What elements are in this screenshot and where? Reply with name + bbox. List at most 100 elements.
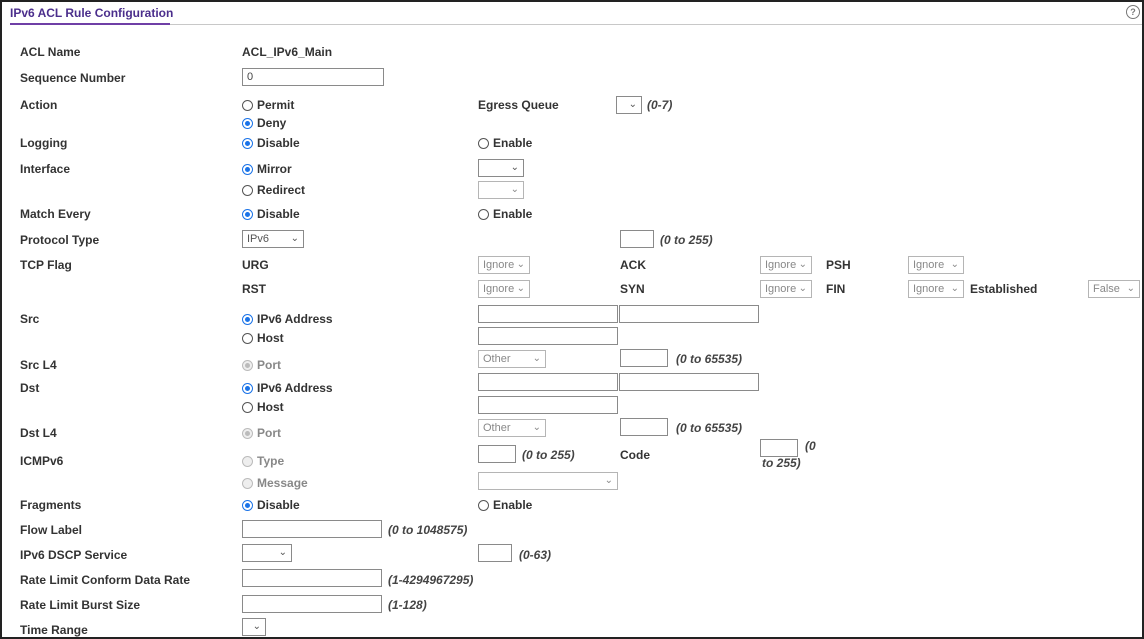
tcp-flag-syn-label: SYN: [620, 282, 645, 296]
rate-limit-conform-hint: (1-4294967295): [388, 573, 474, 587]
help-icon[interactable]: ?: [1126, 5, 1140, 19]
time-range-select[interactable]: ⌄: [242, 618, 266, 636]
tcp-flag-fin-select[interactable]: Ignore ⌄: [908, 280, 964, 298]
radio-icon: [242, 428, 253, 439]
logging-disable-radio[interactable]: Disable: [242, 136, 300, 150]
src-host-input[interactable]: [478, 327, 618, 345]
page-title: IPv6 ACL Rule Configuration: [10, 6, 174, 20]
rst-selected-value: Ignore: [483, 283, 515, 295]
dst-host-radio[interactable]: Host: [242, 400, 284, 414]
tcp-flag-rst-select[interactable]: Ignore ⌄: [478, 280, 530, 298]
chevron-down-icon: ⌄: [604, 475, 613, 486]
permit-label: Permit: [257, 98, 295, 112]
chevron-down-icon: ⌄: [532, 422, 541, 433]
deny-label: Deny: [257, 116, 287, 130]
icmpv6-type-input[interactable]: [478, 445, 516, 463]
dst-ipv6-address-input[interactable]: [478, 373, 618, 391]
fragments-disable-radio[interactable]: Disable: [242, 498, 300, 512]
src-l4-port-input[interactable]: [620, 349, 668, 367]
fragments-enable-radio[interactable]: Enable: [478, 498, 532, 512]
chevron-down-icon: ⌄: [516, 283, 525, 294]
enable-label: Enable: [493, 207, 533, 221]
interface-mirror-radio[interactable]: Mirror: [242, 162, 292, 176]
ack-selected-value: Ignore: [765, 259, 797, 271]
action-permit-radio[interactable]: Permit: [242, 98, 294, 112]
icmpv6-type-radio[interactable]: Type: [242, 454, 284, 468]
chevron-down-icon: ⌄: [516, 259, 525, 270]
action-label: Action: [20, 98, 58, 112]
protocol-selected-value: IPv6: [247, 233, 270, 245]
radio-icon: [242, 164, 253, 175]
panel-header: IPv6 ACL Rule Configuration ?: [2, 2, 1142, 26]
src-ipv6-prefix-input[interactable]: [619, 305, 759, 323]
chevron-down-icon: ⌄: [510, 162, 519, 173]
redirect-interface-select[interactable]: ⌄: [478, 181, 524, 199]
dst-l4-port-radio[interactable]: Port: [242, 426, 281, 440]
disable-label: Disable: [257, 207, 300, 221]
dscp-value-input[interactable]: [478, 544, 512, 562]
icmpv6-message-select[interactable]: ⌄: [478, 472, 618, 490]
interface-redirect-radio[interactable]: Redirect: [242, 183, 305, 197]
chevron-down-icon: ⌄: [950, 259, 959, 270]
radio-icon: [242, 333, 253, 344]
icmpv6-label: ICMPv6: [20, 454, 64, 468]
radio-icon: [478, 209, 489, 220]
src-ipv6-address-radio[interactable]: IPv6 Address: [242, 312, 333, 326]
rate-limit-burst-label: Rate Limit Burst Size: [20, 598, 141, 612]
action-deny-radio[interactable]: Deny: [242, 116, 286, 130]
egress-queue-select[interactable]: ⌄: [616, 96, 642, 114]
chevron-down-icon: ⌄: [798, 283, 807, 294]
disable-label: Disable: [257, 498, 300, 512]
src-ipv6-address-input[interactable]: [478, 305, 618, 323]
radio-icon: [242, 209, 253, 220]
logging-enable-radio[interactable]: Enable: [478, 136, 532, 150]
icmpv6-message-radio[interactable]: Message: [242, 476, 308, 490]
dst-ipv6-address-radio[interactable]: IPv6 Address: [242, 381, 333, 395]
dst-port-selected-value: Other: [483, 422, 511, 434]
fin-selected-value: Ignore: [913, 283, 945, 295]
protocol-type-select[interactable]: IPv6 ⌄: [242, 230, 304, 248]
chevron-down-icon: ⌄: [950, 283, 959, 294]
acl-name-value: ACL_IPv6_Main: [242, 45, 333, 59]
dst-l4-port-input[interactable]: [620, 418, 668, 436]
chevron-down-icon: ⌄: [252, 621, 261, 632]
fragments-label: Fragments: [20, 498, 82, 512]
match-every-disable-radio[interactable]: Disable: [242, 207, 300, 221]
dst-l4-port-select[interactable]: Other ⌄: [478, 419, 546, 437]
src-l4-port-select[interactable]: Other ⌄: [478, 350, 546, 368]
rate-limit-burst-hint: (1-128): [388, 598, 427, 612]
rate-limit-burst-input[interactable]: [242, 595, 382, 613]
tcp-flag-syn-select[interactable]: Ignore ⌄: [760, 280, 812, 298]
src-l4-port-radio[interactable]: Port: [242, 358, 281, 372]
disable-label: Disable: [257, 136, 300, 150]
chevron-down-icon: ⌄: [510, 184, 519, 195]
flow-label-input[interactable]: [242, 520, 382, 538]
dst-host-input[interactable]: [478, 396, 618, 414]
acl-rule-panel: IPv6 ACL Rule Configuration ? ACL Name A…: [0, 0, 1144, 639]
dscp-service-select[interactable]: ⌄: [242, 544, 292, 562]
tcp-flag-psh-select[interactable]: Ignore ⌄: [908, 256, 964, 274]
title-underline: [10, 23, 1142, 25]
tcp-flag-urg-label: URG: [242, 258, 269, 272]
mirror-interface-select[interactable]: ⌄: [478, 159, 524, 177]
sequence-number-input[interactable]: [242, 68, 384, 86]
radio-icon: [242, 100, 253, 111]
tcp-flag-ack-select[interactable]: Ignore ⌄: [760, 256, 812, 274]
rate-limit-conform-label: Rate Limit Conform Data Rate: [20, 573, 191, 587]
tcp-flag-urg-select[interactable]: Ignore ⌄: [478, 256, 530, 274]
dst-ipv6-prefix-input[interactable]: [619, 373, 759, 391]
urg-selected-value: Ignore: [483, 259, 515, 271]
enable-label: Enable: [493, 498, 533, 512]
src-host-radio[interactable]: Host: [242, 331, 284, 345]
icmpv6-code-input[interactable]: [760, 439, 798, 457]
rate-limit-conform-input[interactable]: [242, 569, 382, 587]
tcp-established-select[interactable]: False ⌄: [1088, 280, 1140, 298]
acl-name-label: ACL Name: [20, 45, 81, 59]
type-label: Type: [257, 454, 285, 468]
icmpv6-code-label: Code: [620, 448, 650, 462]
match-every-enable-radio[interactable]: Enable: [478, 207, 532, 221]
enable-label: Enable: [493, 136, 533, 150]
chevron-down-icon: ⌄: [532, 353, 541, 364]
protocol-number-input[interactable]: [620, 230, 654, 248]
radio-icon: [478, 500, 489, 511]
